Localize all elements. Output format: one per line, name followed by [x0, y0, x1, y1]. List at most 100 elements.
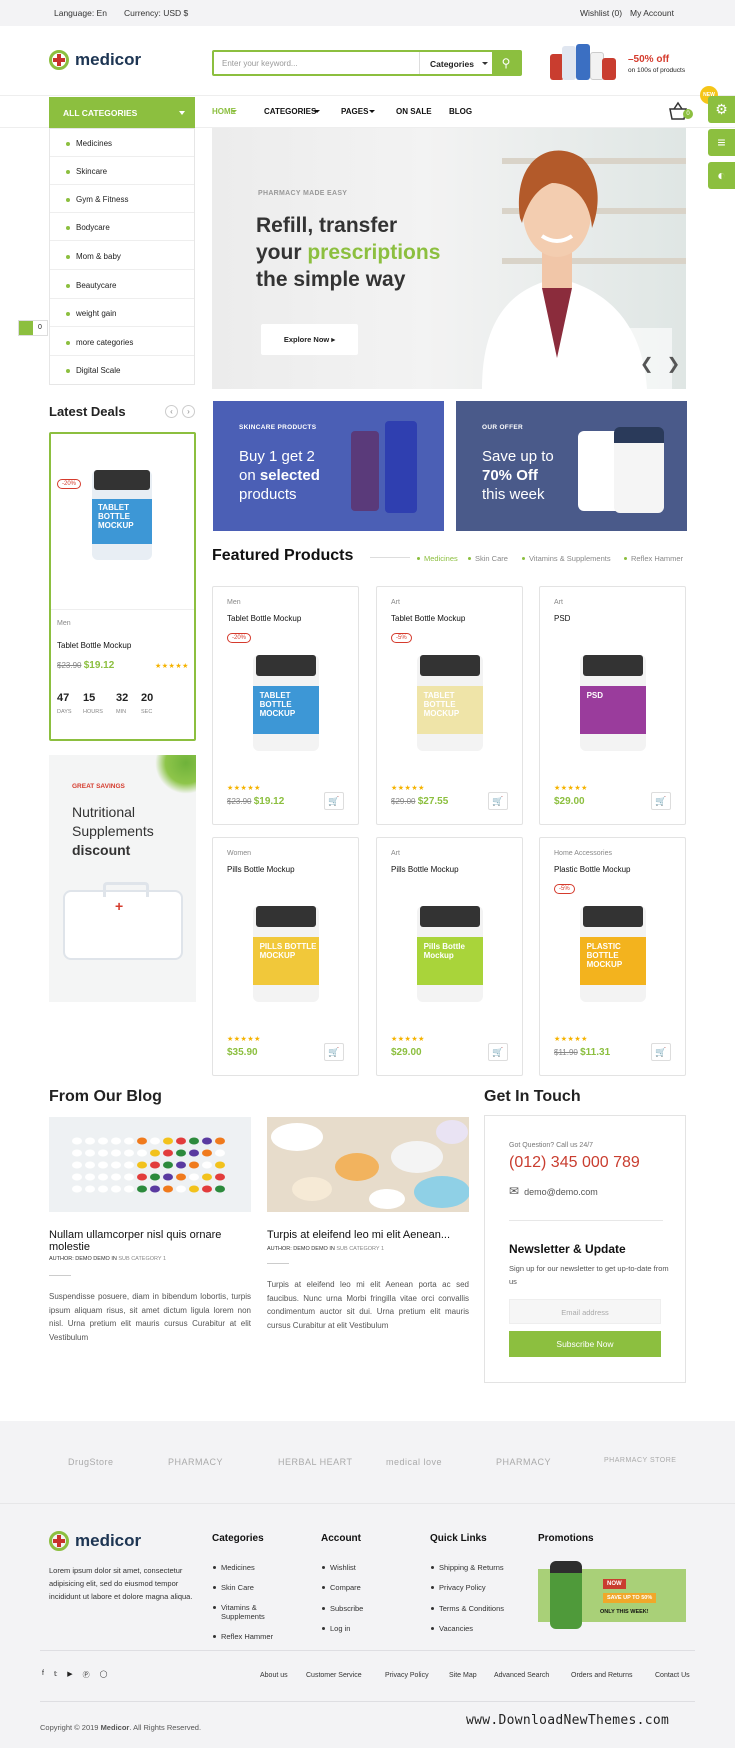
blog-image[interactable]	[49, 1117, 251, 1212]
add-to-cart-button[interactable]: 🛒	[324, 1043, 344, 1061]
category-item[interactable]: Mom & baby	[50, 242, 194, 270]
floating-wishlist[interactable]: 0	[18, 320, 48, 336]
footer-link[interactable]: Subscribe	[321, 1604, 363, 1613]
footer-link[interactable]: Shipping & Returns	[431, 1563, 504, 1572]
blog-image[interactable]	[267, 1117, 469, 1212]
category-item[interactable]: weight gain	[50, 299, 194, 327]
footer-bottom-link[interactable]: Privacy Policy	[385, 1672, 429, 1679]
product-card[interactable]: Art Pills Bottle Mockup Pills Bottle Mocku…	[376, 837, 523, 1076]
contact-phone[interactable]: (012) 345 000 789	[509, 1154, 640, 1172]
product-name[interactable]: PSD	[554, 614, 570, 623]
contrast-button[interactable]: ◐	[708, 162, 735, 189]
twitter-icon[interactable]: 𝕥	[54, 1670, 57, 1680]
product-card[interactable]: Art PSD PSD ★★★★★ $29.00 🛒	[539, 586, 686, 825]
category-item[interactable]: Gym & Fitness	[50, 185, 194, 213]
footer-link[interactable]: Vacancies	[430, 1624, 473, 1633]
category-item[interactable]: Skincare	[50, 157, 194, 185]
product-image[interactable]: TABLET BOTTLE MOCKUP	[253, 655, 319, 751]
post-title[interactable]: Nullam ullamcorper nisl quis ornare mole…	[49, 1229, 251, 1253]
footer-logo[interactable]: medicor	[49, 1531, 141, 1551]
footer-bottom-link[interactable]: Contact Us	[655, 1672, 690, 1679]
footer-link[interactable]: Compare	[322, 1583, 361, 1592]
category-item[interactable]: Digital Scale	[50, 356, 194, 384]
footer-link[interactable]: Terms & Conditions	[430, 1604, 504, 1613]
header-promo[interactable]: –50% off on 100s of products	[550, 40, 690, 82]
pinterest-icon[interactable]: Ⓟ	[83, 1670, 90, 1680]
brand-logo[interactable]: DrugStore	[68, 1457, 114, 1467]
search-button[interactable]: ⚲	[492, 52, 520, 74]
footer-link[interactable]: Wishlist	[322, 1563, 356, 1572]
footer-link[interactable]: Reflex Hammer	[212, 1632, 273, 1641]
next-arrow-icon[interactable]: ❯	[667, 356, 680, 373]
category-item[interactable]: more categories	[50, 328, 194, 356]
product-name[interactable]: Pills Bottle Mockup	[227, 865, 295, 874]
contact-email[interactable]: ✉ demo@demo.com	[509, 1184, 598, 1198]
nav-blog[interactable]: BLOG	[449, 107, 472, 116]
wishlist-link[interactable]: Wishlist (0)	[580, 8, 622, 18]
product-card[interactable]: Home Accessories Plastic Bottle Mockup -5%…	[539, 837, 686, 1076]
product-image[interactable]: PSD	[580, 655, 646, 751]
all-categories-toggle[interactable]: ALL CATEGORIES	[49, 97, 195, 128]
subscribe-button[interactable]: Subscribe Now	[509, 1331, 661, 1357]
product-card[interactable]: Women Pills Bottle Mockup PILLS BOTTLE MOC…	[212, 837, 359, 1076]
youtube-icon[interactable]: ▶	[67, 1670, 72, 1680]
footer-link[interactable]: Log in	[321, 1624, 350, 1633]
category-item[interactable]: Medicines	[50, 129, 194, 157]
product-name[interactable]: Tablet Bottle Mockup	[227, 614, 301, 623]
search-category-select[interactable]: Categories	[419, 52, 489, 74]
my-account-menu[interactable]: My Account	[630, 8, 674, 18]
nav-categories[interactable]: CATEGORIES	[264, 107, 316, 116]
footer-link[interactable]: Skin Care	[213, 1583, 254, 1592]
footer-link[interactable]: Privacy Policy	[431, 1583, 486, 1592]
skincare-banner[interactable]: SKINCARE PRODUCTS Buy 1 get 2 on selecte…	[213, 401, 444, 531]
tab-reflex-hammer[interactable]: Reflex Hammer	[623, 554, 683, 563]
category-item[interactable]: Beautycare	[50, 271, 194, 299]
product-card[interactable]: Men Tablet Bottle Mockup -20% TABLET BOTTLE…	[212, 586, 359, 825]
deal-card[interactable]: -20% TABLET BOTTLE MOCKUP Men Tablet Bot…	[49, 432, 196, 741]
post-title[interactable]: Turpis at eleifend leo mi elit Aenean...	[267, 1229, 469, 1241]
brand-logo[interactable]: HERBAL HEART	[278, 1457, 353, 1467]
product-image[interactable]: PILLS BOTTLE MOCKUP	[253, 906, 319, 1002]
next-icon[interactable]: ›	[182, 405, 195, 418]
facebook-icon[interactable]: f	[42, 1670, 44, 1680]
nav-pages[interactable]: PAGES	[341, 107, 368, 116]
nav-on-sale[interactable]: ON SALE	[396, 107, 432, 116]
product-image[interactable]: Pills Bottle Mockup	[417, 906, 483, 1002]
search-input[interactable]: Enter your keyword...	[222, 59, 298, 68]
product-name[interactable]: Tablet Bottle Mockup	[391, 614, 465, 623]
copyright-brand[interactable]: Medicor	[101, 1723, 130, 1732]
footer-bottom-link[interactable]: Customer Service	[306, 1672, 362, 1679]
footer-bottom-link[interactable]: About us	[260, 1672, 288, 1679]
footer-bottom-link[interactable]: Advanced Search	[494, 1672, 549, 1679]
tab-vitamins[interactable]: Vitamins & Supplements	[522, 554, 611, 563]
product-card[interactable]: Art Tablet Bottle Mockup -5% TABLET BOTTLE …	[376, 586, 523, 825]
brand-logo[interactable]: medical love	[386, 1457, 442, 1467]
add-to-cart-button[interactable]: 🛒	[324, 792, 344, 810]
product-name[interactable]: Pills Bottle Mockup	[391, 865, 459, 874]
currency-selector[interactable]: Currency: USD $	[124, 8, 188, 18]
cart-button[interactable]: 0	[668, 101, 693, 121]
tab-medicines[interactable]: Medicines	[417, 554, 458, 563]
tab-skin-care[interactable]: Skin Care	[468, 554, 508, 563]
newsletter-email-input[interactable]: Email address	[509, 1299, 661, 1324]
footer-link[interactable]: Medicines	[213, 1563, 255, 1572]
deal-name[interactable]: Tablet Bottle Mockup	[57, 641, 131, 650]
settings-button[interactable]: ⚙	[708, 96, 735, 123]
prev-icon[interactable]: ‹	[165, 405, 178, 418]
category-item[interactable]: Bodycare	[50, 213, 194, 241]
explore-now-button[interactable]: Explore Now ▸	[261, 324, 358, 355]
add-to-cart-button[interactable]: 🛒	[651, 792, 671, 810]
brand-logo[interactable]: PHARMACY	[496, 1457, 551, 1467]
add-to-cart-button[interactable]: 🛒	[651, 1043, 671, 1061]
language-selector[interactable]: Language: En	[54, 8, 107, 18]
footer-link[interactable]: Vitamins & Supplements	[213, 1603, 281, 1621]
footer-bottom-link[interactable]: Site Map	[449, 1672, 477, 1679]
product-name[interactable]: Plastic Bottle Mockup	[554, 865, 630, 874]
footer-bottom-link[interactable]: Orders and Returns	[571, 1672, 632, 1679]
instagram-icon[interactable]: ◯	[100, 1670, 108, 1680]
product-image[interactable]: TABLET BOTTLE MOCKUP	[417, 655, 483, 751]
add-to-cart-button[interactable]: 🛒	[488, 792, 508, 810]
savings-banner[interactable]: GREAT SAVINGS Nutritional Supplements di…	[49, 755, 196, 1002]
offer-banner[interactable]: OUR OFFER Save up to 70% Off this week	[456, 401, 687, 531]
brand-logo[interactable]: PHARMACY	[168, 1457, 223, 1467]
